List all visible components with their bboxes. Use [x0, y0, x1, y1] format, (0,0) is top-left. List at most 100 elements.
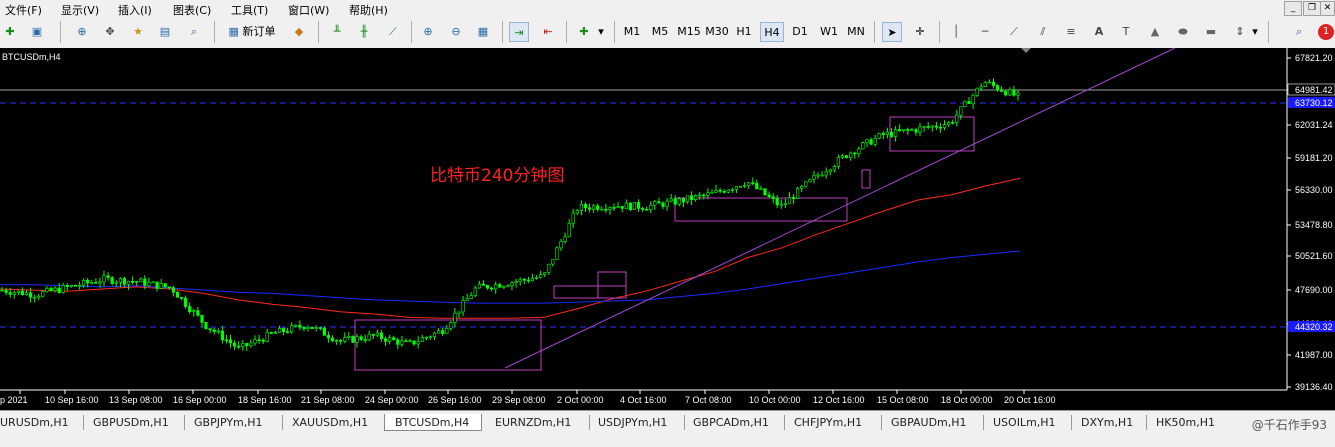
menu-help[interactable]: 帮助(H)	[349, 2, 388, 18]
menu-insert[interactable]: 插入(I)	[118, 2, 152, 18]
tab-usdjpy[interactable]: USDJPYm,H1	[598, 414, 667, 431]
price-chart[interactable]: 67821.20 64981.42 62031.24 59181.20 56330.00…	[0, 48, 1335, 410]
candle-body	[28, 292, 33, 298]
terminal-icon[interactable]: ▤	[155, 22, 175, 42]
tab-usoil[interactable]: USOILm,H1	[993, 414, 1056, 431]
menu-tools[interactable]: 工具(T)	[231, 2, 268, 18]
zoom-in-icon[interactable]: ⊕	[418, 22, 438, 42]
fibonacci-icon[interactable]: ≡	[1061, 22, 1081, 42]
chart-shift-icon[interactable]: ⇤	[538, 22, 558, 42]
candle-body	[196, 310, 200, 316]
candle-body	[118, 278, 122, 283]
candle-body	[836, 157, 840, 167]
line-chart-icon[interactable]: ⟋	[383, 22, 403, 42]
cursor-icon[interactable]: ➤	[882, 22, 902, 42]
timeframe-m30[interactable]: M30	[704, 22, 730, 42]
candle-body	[20, 290, 25, 296]
tab-dxy[interactable]: DXYm,H1	[1081, 414, 1133, 431]
candle-body	[12, 292, 16, 295]
menu-file[interactable]: 文件(F)	[5, 2, 42, 18]
candle-body	[612, 207, 616, 209]
text-label-icon[interactable]: T	[1116, 22, 1136, 42]
candle-body	[469, 295, 473, 299]
timeframe-m5[interactable]: M5	[648, 22, 672, 42]
tab-xauusd[interactable]: XAUUSDm,H1	[292, 414, 368, 431]
candle-body	[608, 207, 612, 210]
tab-gbpaud[interactable]: GBPAUDm,H1	[891, 414, 967, 431]
strategy-tester-icon[interactable]: ⌕	[184, 22, 204, 42]
candle-body	[710, 192, 714, 194]
candle-body	[812, 175, 816, 180]
candle-body	[441, 330, 445, 334]
triangle-icon[interactable]: ▲	[1145, 22, 1165, 42]
arrows-dropdown-icon[interactable]: ▾	[1250, 22, 1260, 42]
menu-window[interactable]: 窗口(W)	[288, 2, 329, 18]
tab-chfjpy[interactable]: CHFJPYm,H1	[794, 414, 862, 431]
candle-body	[930, 125, 934, 128]
market-watch-icon[interactable]: ⊕	[72, 22, 92, 42]
search-icon[interactable]: ⌕	[1289, 22, 1309, 42]
candlestick-icon[interactable]: ╫	[354, 22, 374, 42]
bar-chart-icon[interactable]: ╨	[327, 22, 347, 42]
horizontal-line-icon[interactable]: ─	[975, 22, 995, 42]
tab-eurnzd[interactable]: EURNZDm,H1	[495, 414, 571, 431]
notification-badge[interactable]: 1	[1318, 24, 1334, 40]
tab-eurusd[interactable]: URUSDm,H1	[0, 414, 69, 431]
candle-body	[559, 241, 563, 249]
trendline-icon[interactable]: ⟋	[1004, 22, 1024, 42]
vertical-line-icon[interactable]: │	[946, 22, 966, 42]
timeframe-mn[interactable]: MN	[844, 22, 868, 42]
candle-body	[408, 340, 412, 343]
timeframe-w1[interactable]: W1	[817, 22, 841, 42]
new-order-button[interactable]: ▦ 新订单	[222, 22, 282, 42]
tab-gbpcad[interactable]: GBPCADm,H1	[693, 414, 769, 431]
tab-gbpjpy[interactable]: GBPJPYm,H1	[194, 414, 263, 431]
chart-window[interactable]: 67821.20 64981.42 62031.24 59181.20 56330.00…	[0, 48, 1335, 410]
candle-body	[57, 287, 61, 293]
new-chart-icon[interactable]: ✚	[0, 22, 20, 42]
autotrading-icon[interactable]: ◆	[289, 22, 309, 42]
auto-scroll-icon[interactable]: ⇥	[509, 22, 529, 42]
candle-body	[816, 174, 820, 177]
timeframe-h1[interactable]: H1	[733, 22, 755, 42]
crosshair-move-icon[interactable]: ✥	[100, 22, 120, 42]
candle-body	[861, 142, 865, 150]
candle-body	[106, 275, 110, 278]
timeframe-d1[interactable]: D1	[789, 22, 811, 42]
navigator-icon[interactable]: ★	[128, 22, 148, 42]
candle-body	[351, 336, 355, 343]
minimize-button[interactable]: _	[1284, 1, 1302, 16]
candle-body	[445, 328, 449, 334]
menu-charts[interactable]: 图表(C)	[173, 2, 211, 18]
close-button[interactable]: ✕	[1320, 1, 1335, 16]
restore-button[interactable]: ❐	[1303, 1, 1321, 16]
candle-body	[877, 133, 881, 139]
menu-view[interactable]: 显示(V)	[61, 2, 99, 18]
tile-windows-icon[interactable]: ▦	[473, 22, 493, 42]
tab-btcusd[interactable]: BTCUSDm,H4	[384, 414, 482, 431]
rectangle-icon[interactable]: ▬	[1201, 22, 1221, 42]
toolbar: ✚ ▣ ⊕ ✥ ★ ▤ ⌕ ▦ 新订单 ◆ ╨ ╫ ⟋ ⊕ ⊖ ▦ ⇥ ⇤ ✚ …	[0, 17, 1335, 49]
ellipse-icon[interactable]: ⬬	[1173, 22, 1193, 42]
candle-body	[906, 129, 910, 131]
candle-body	[751, 182, 755, 184]
candle-body	[975, 87, 979, 96]
arrows-icon[interactable]: ⇕	[1230, 22, 1250, 42]
zoom-out-icon[interactable]: ⊖	[446, 22, 466, 42]
candle-body	[449, 322, 453, 329]
timeframe-m15[interactable]: M15	[676, 22, 702, 42]
tab-hk50[interactable]: HK50m,H1	[1156, 414, 1215, 431]
crosshair-icon[interactable]: ✛	[910, 22, 930, 42]
timeframe-m1[interactable]: M1	[620, 22, 644, 42]
candle-body	[591, 205, 596, 210]
tab-gbpusd[interactable]: GBPUSDm,H1	[93, 414, 169, 431]
candle-body	[180, 297, 184, 299]
candle-body	[265, 332, 269, 342]
candle-body	[489, 287, 494, 290]
indicators-dropdown-icon[interactable]: ▾	[596, 22, 606, 42]
text-tool-icon[interactable]: A	[1089, 22, 1109, 42]
timeframe-h4[interactable]: H4	[760, 22, 784, 42]
profiles-icon[interactable]: ▣	[27, 22, 47, 42]
indicators-icon[interactable]: ✚	[574, 22, 594, 42]
equidistant-channel-icon[interactable]: ⫽	[1033, 22, 1053, 42]
